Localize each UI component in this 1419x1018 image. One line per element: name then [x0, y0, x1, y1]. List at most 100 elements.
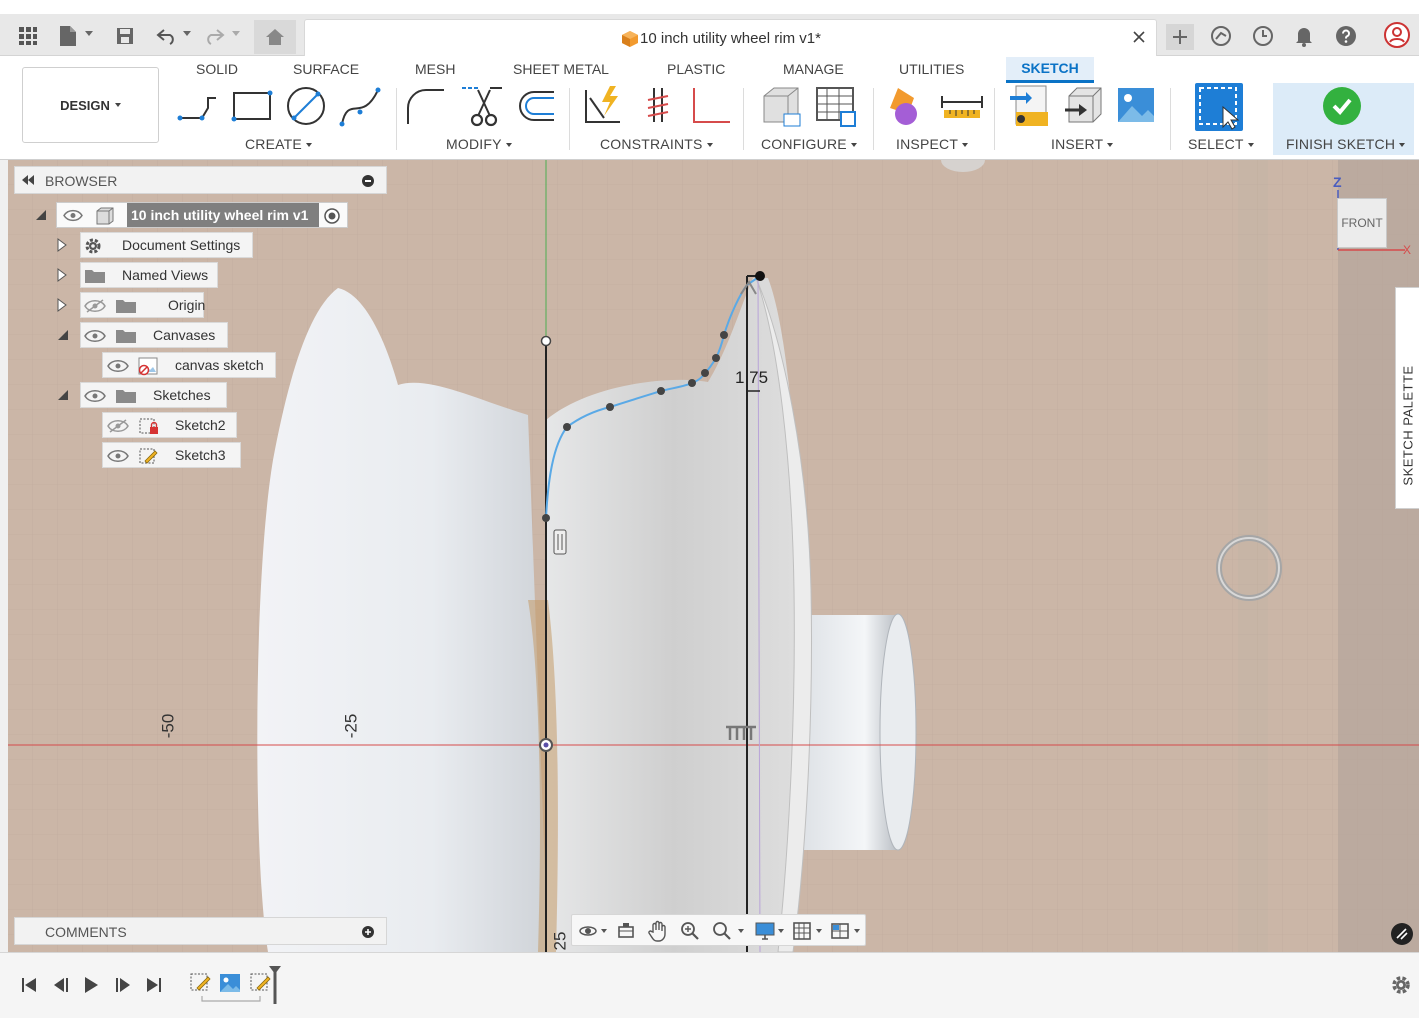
orbit-icon[interactable]: [578, 921, 598, 941]
activate-radio-icon[interactable]: [323, 207, 341, 225]
tab-sketch[interactable]: SKETCH: [1006, 57, 1094, 83]
trim-scissors-icon[interactable]: [460, 84, 504, 128]
add-comment-icon[interactable]: [362, 926, 374, 938]
extensions-icon[interactable]: [1209, 24, 1233, 48]
tab-utilities[interactable]: UTILITIES: [899, 61, 964, 77]
job-status-icon[interactable]: [1251, 24, 1275, 48]
expanded-triangle-icon[interactable]: [57, 329, 69, 341]
inspect-group-menu[interactable]: INSPECT: [896, 136, 969, 152]
timeline-canvas-icon[interactable]: [218, 971, 242, 995]
tab-manage[interactable]: MANAGE: [783, 61, 844, 77]
play-icon[interactable]: [80, 974, 102, 996]
go-to-end-icon[interactable]: [143, 974, 165, 996]
browser-node-document-settings[interactable]: Document Settings: [80, 232, 253, 258]
viewcube-front-face[interactable]: FRONT: [1337, 198, 1387, 248]
parallel-constraint-icon[interactable]: [636, 84, 680, 128]
tab-plastic[interactable]: PLASTIC: [667, 61, 725, 77]
eye-hidden-icon[interactable]: [84, 299, 106, 313]
create-group-menu[interactable]: CREATE: [245, 136, 312, 152]
circle-tool-icon[interactable]: [284, 84, 328, 128]
undo-icon[interactable]: [155, 24, 179, 48]
redo-icon[interactable]: [202, 24, 226, 48]
sketch-palette-tab[interactable]: SKETCH PALETTE: [1395, 287, 1419, 509]
line-tool-icon[interactable]: [176, 84, 220, 128]
minimize-panel-icon[interactable]: [362, 175, 374, 187]
grid-settings-icon[interactable]: [792, 921, 812, 941]
finish-sketch-menu[interactable]: FINISH SKETCH: [1286, 136, 1406, 152]
browser-node-named-views[interactable]: Named Views: [80, 262, 218, 288]
perpendicular-constraint-icon[interactable]: [688, 84, 732, 128]
tab-sheet-metal[interactable]: SHEET METAL: [513, 61, 609, 77]
eye-visible-icon[interactable]: [107, 449, 129, 463]
fillet-tool-icon[interactable]: [404, 84, 448, 128]
collapse-panel-icon[interactable]: [21, 175, 35, 185]
apps-grid-icon[interactable]: [16, 24, 40, 48]
insert-group-menu[interactable]: INSERT: [1051, 136, 1114, 152]
timeline-marker-handle[interactable]: [267, 964, 283, 1006]
collapsed-triangle-icon[interactable]: [57, 268, 67, 282]
browser-node-origin[interactable]: Origin: [80, 292, 205, 318]
pan-hand-icon[interactable]: [648, 920, 668, 942]
user-avatar[interactable]: [1383, 21, 1411, 49]
insert-canvas-icon[interactable]: [1116, 84, 1160, 128]
auto-constrain-icon[interactable]: [580, 84, 624, 128]
help-icon[interactable]: [1334, 24, 1358, 48]
eye-hidden-icon[interactable]: [107, 419, 129, 433]
workspace-switcher-button[interactable]: DESIGN: [22, 67, 159, 143]
insert-svg-icon[interactable]: [1008, 84, 1052, 128]
spline-tool-icon[interactable]: [338, 84, 382, 128]
file-menu-icon[interactable]: [56, 24, 80, 48]
configure-group-menu[interactable]: CONFIGURE: [761, 136, 857, 152]
expanded-triangle-icon[interactable]: [57, 389, 69, 401]
file-menu-caret-icon[interactable]: [85, 31, 93, 36]
new-tab-icon[interactable]: [1166, 24, 1194, 50]
select-tool-button[interactable]: [1195, 83, 1243, 131]
eye-visible-icon[interactable]: [63, 209, 83, 222]
interference-shapes-icon[interactable]: [884, 84, 928, 128]
timeline-sketch-icon[interactable]: [188, 971, 212, 995]
canvas-viewport[interactable]: 1.75 -50 -25 25: [8, 160, 1419, 952]
eye-visible-icon[interactable]: [84, 389, 106, 403]
dimension-label[interactable]: 1.75: [735, 368, 768, 388]
viewports-caret-icon[interactable]: [854, 929, 860, 933]
modify-group-menu[interactable]: MODIFY: [446, 136, 512, 152]
comments-panel[interactable]: COMMENTS: [14, 917, 387, 945]
redo-caret-icon[interactable]: [232, 31, 240, 36]
step-forward-icon[interactable]: [112, 974, 134, 996]
browser-node-sketch2[interactable]: Sketch2: [102, 412, 237, 438]
browser-root-node[interactable]: 10 inch utility wheel rim v1: [56, 202, 348, 228]
viewports-icon[interactable]: [830, 921, 850, 941]
collapsed-triangle-icon[interactable]: [57, 298, 67, 312]
document-tab[interactable]: 10 inch utility wheel rim v1*: [304, 19, 1157, 56]
display-caret-icon[interactable]: [778, 929, 784, 933]
insert-mesh-icon[interactable]: [1063, 84, 1107, 128]
viewcube[interactable]: Z FRONT X: [1333, 172, 1413, 260]
close-tab-icon[interactable]: [1128, 26, 1150, 48]
expanded-triangle-icon[interactable]: [35, 209, 47, 221]
zoom-window-icon[interactable]: [712, 921, 732, 941]
look-at-icon[interactable]: [616, 921, 636, 941]
hint-icon[interactable]: [1391, 923, 1413, 945]
browser-node-sketch3[interactable]: Sketch3: [102, 442, 241, 468]
browser-node-canvas-sketch[interactable]: canvas sketch: [102, 352, 276, 378]
grid-caret-icon[interactable]: [816, 929, 822, 933]
browser-node-canvases[interactable]: Canvases: [80, 322, 228, 348]
timeline-settings-gear-icon[interactable]: [1390, 974, 1412, 996]
step-back-icon[interactable]: [50, 974, 72, 996]
collapsed-triangle-icon[interactable]: [57, 238, 67, 252]
configuration-table-icon[interactable]: [813, 84, 857, 128]
parameters-box-icon[interactable]: [758, 84, 802, 128]
rectangle-tool-icon[interactable]: [230, 84, 274, 128]
eye-visible-icon[interactable]: [107, 359, 129, 373]
zoom-caret-icon[interactable]: [738, 929, 744, 933]
browser-node-sketches[interactable]: Sketches: [80, 382, 227, 408]
zoom-icon[interactable]: [680, 921, 700, 941]
measure-ruler-icon[interactable]: [940, 84, 984, 128]
save-icon[interactable]: [113, 24, 137, 48]
tab-solid[interactable]: SOLID: [196, 61, 238, 77]
display-settings-icon[interactable]: [754, 921, 776, 941]
eye-visible-icon[interactable]: [84, 329, 106, 343]
undo-caret-icon[interactable]: [183, 31, 191, 36]
constraints-group-menu[interactable]: CONSTRAINTS: [600, 136, 713, 152]
orbit-caret-icon[interactable]: [601, 929, 607, 933]
